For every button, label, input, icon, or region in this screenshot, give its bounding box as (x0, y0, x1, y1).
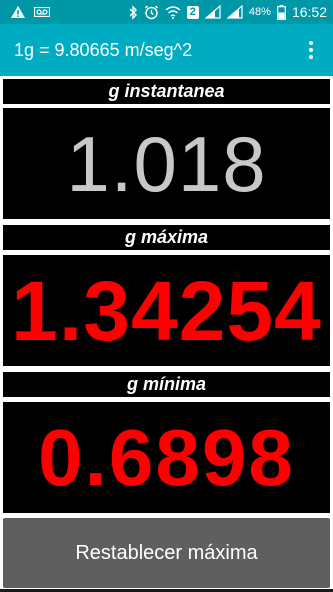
min-value-box: 0.6898 (3, 402, 330, 513)
app-bar: 1g = 9.80665 m/seg^2 (0, 24, 333, 76)
instant-label: g instantanea (108, 81, 225, 101)
min-value: 0.6898 (38, 412, 295, 502)
warning-icon (10, 5, 26, 19)
battery-icon (277, 4, 286, 20)
menu-dot (309, 48, 313, 52)
app-screen: 2 48% 16:52 1g = 9.80665 m/seg^2 g insta… (0, 0, 333, 592)
max-value: 1.34254 (11, 263, 322, 358)
menu-dot (309, 55, 313, 59)
min-label-box: g mínima (3, 372, 330, 397)
clock: 16:52 (291, 4, 327, 20)
instant-value-box: 1.018 (3, 108, 330, 219)
instant-value: 1.018 (66, 119, 267, 208)
app-title: 1g = 9.80665 m/seg^2 (14, 39, 193, 60)
voicemail-icon (34, 7, 50, 17)
sim2-icon: 2 (186, 5, 199, 19)
max-label-box: g máxima (3, 225, 330, 250)
signal-icon (204, 5, 221, 19)
min-label: g mínima (126, 374, 206, 394)
overflow-menu-icon[interactable] (299, 35, 323, 65)
instant-label-box: g instantanea (3, 79, 330, 104)
bluetooth-icon (128, 4, 138, 20)
wifi-icon (165, 5, 181, 19)
reset-max-button[interactable]: Restablecer máxima (3, 518, 330, 588)
status-bar-right: 2 48% 16:52 (128, 4, 333, 20)
status-bar-left (0, 5, 50, 19)
status-bar: 2 48% 16:52 (0, 0, 333, 24)
signal-secondary-icon (226, 5, 243, 19)
battery-percent: 48% (248, 6, 271, 18)
max-label: g máxima (124, 227, 209, 247)
menu-dot (309, 41, 313, 45)
max-value-box: 1.34254 (3, 255, 330, 366)
alarm-icon (144, 5, 159, 20)
